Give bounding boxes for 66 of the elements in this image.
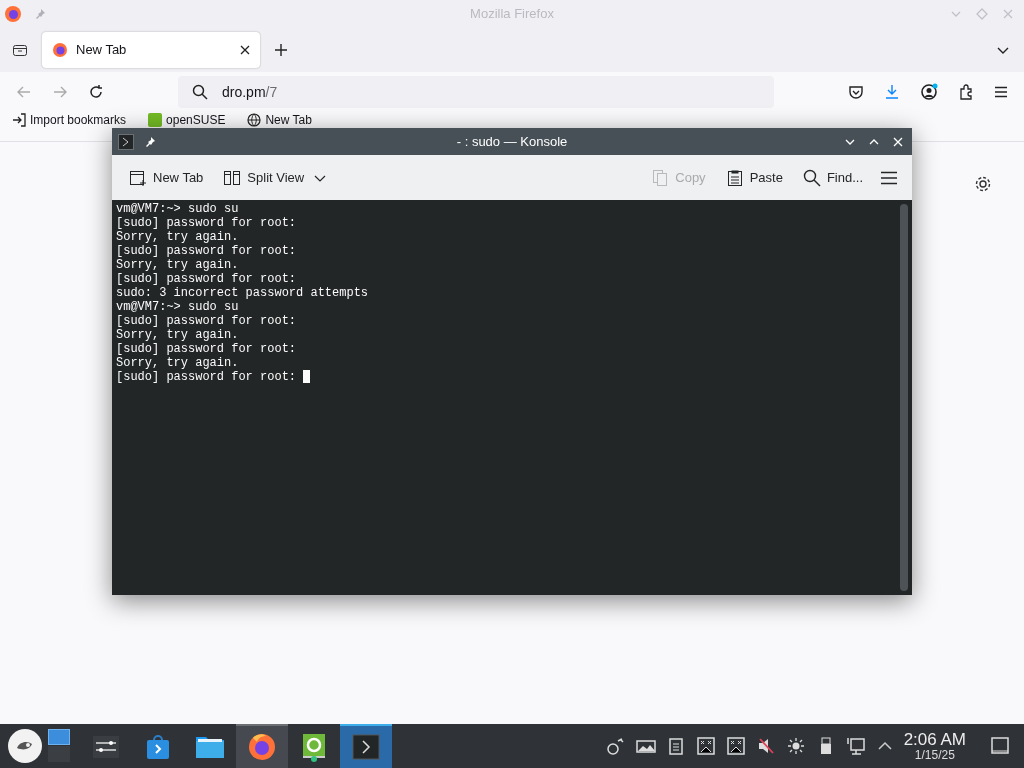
pocket-icon[interactable]: [848, 84, 864, 100]
toolbar-button[interactable]: Split View: [220, 162, 330, 193]
import-icon: [12, 113, 26, 127]
reload-icon[interactable]: [88, 84, 104, 100]
new-tab-icon[interactable]: [274, 43, 288, 57]
close-icon[interactable]: [240, 45, 250, 55]
terminal-line: Sorry, try again.: [116, 328, 239, 342]
terminal-line: [sudo] password for root:: [116, 272, 297, 286]
browser-tab[interactable]: New Tab: [42, 32, 260, 68]
download-icon[interactable]: [884, 84, 900, 100]
toolbar-button[interactable]: Paste: [722, 162, 786, 193]
text-cursor: [303, 370, 311, 383]
terminal-line: Sorry, try again.: [116, 356, 239, 370]
window-title: - : sudo — Konsole: [455, 132, 569, 151]
clock-time[interactable]: 2:06 AM: [903, 731, 966, 748]
split-view-icon: [223, 168, 242, 187]
bookmark[interactable]: New Tab: [247, 113, 312, 127]
search-icon: [192, 84, 208, 100]
desktop-pager[interactable]: [48, 729, 70, 763]
installer-icon: [300, 732, 328, 762]
menu-icon[interactable]: [994, 85, 1008, 99]
firefox-logo-icon: [247, 732, 277, 762]
terminal-line: sudo: 3 incorrect password attempts: [116, 286, 369, 300]
terminal-icon: [352, 733, 380, 761]
clipboard-icon: [725, 168, 744, 187]
terminal-line: Sorry, try again.: [116, 230, 239, 244]
konsole-icon: [118, 133, 134, 150]
globe-icon: [247, 113, 262, 127]
account-icon[interactable]: [920, 83, 938, 101]
taskbar-item[interactable]: [340, 724, 392, 768]
terminal-line: [sudo] password for root:: [116, 342, 297, 356]
copy-icon: [651, 168, 670, 187]
terminal-line: [sudo] password for root:: [116, 244, 297, 258]
network-icon[interactable]: [605, 736, 626, 756]
shopping-bag-icon: [144, 733, 172, 761]
sliders-icon: [92, 733, 120, 761]
url-host: dro.pm: [222, 83, 266, 100]
pin-icon[interactable]: [144, 135, 156, 148]
toolbar-button[interactable]: New Tab: [126, 162, 207, 193]
bookmark[interactable]: openSUSE: [148, 113, 226, 127]
terminal-line: [sudo] password for root:: [116, 370, 298, 384]
terminal-line: Sorry, try again.: [116, 258, 239, 272]
firefox-logo-icon: [4, 5, 22, 23]
terminal-line: vm@VM7:~> sudo su: [116, 300, 239, 314]
bookmark[interactable]: Import bookmarks: [12, 113, 127, 127]
scrollbar[interactable]: [900, 204, 908, 591]
address-bar[interactable]: dro.pm/7: [178, 76, 774, 108]
terminal-line: vm@VM7:~> sudo su: [116, 202, 239, 216]
toolbar-button[interactable]: Find...: [799, 162, 866, 193]
search-icon: [802, 168, 821, 187]
settings-icon[interactable]: [974, 175, 992, 193]
terminal-line: [sudo] password for root:: [116, 216, 297, 230]
tab-list-icon[interactable]: [12, 42, 28, 58]
show-desktop-icon[interactable]: [990, 736, 1010, 756]
new-tab-icon: [129, 168, 147, 187]
clock-date[interactable]: 1/15/25: [914, 749, 955, 761]
terminal-line: [sudo] password for root:: [116, 314, 297, 328]
wired-network-icon[interactable]: [845, 736, 866, 756]
extensions-icon[interactable]: [958, 84, 974, 100]
url-path: /7: [265, 83, 278, 100]
application-launcher[interactable]: [8, 729, 42, 763]
firefox-logo-icon: [52, 42, 68, 58]
tab-label: New Tab: [76, 41, 127, 60]
window-icon[interactable]: [695, 736, 716, 756]
brightness-icon[interactable]: [785, 736, 806, 756]
window-icon[interactable]: [725, 736, 746, 756]
